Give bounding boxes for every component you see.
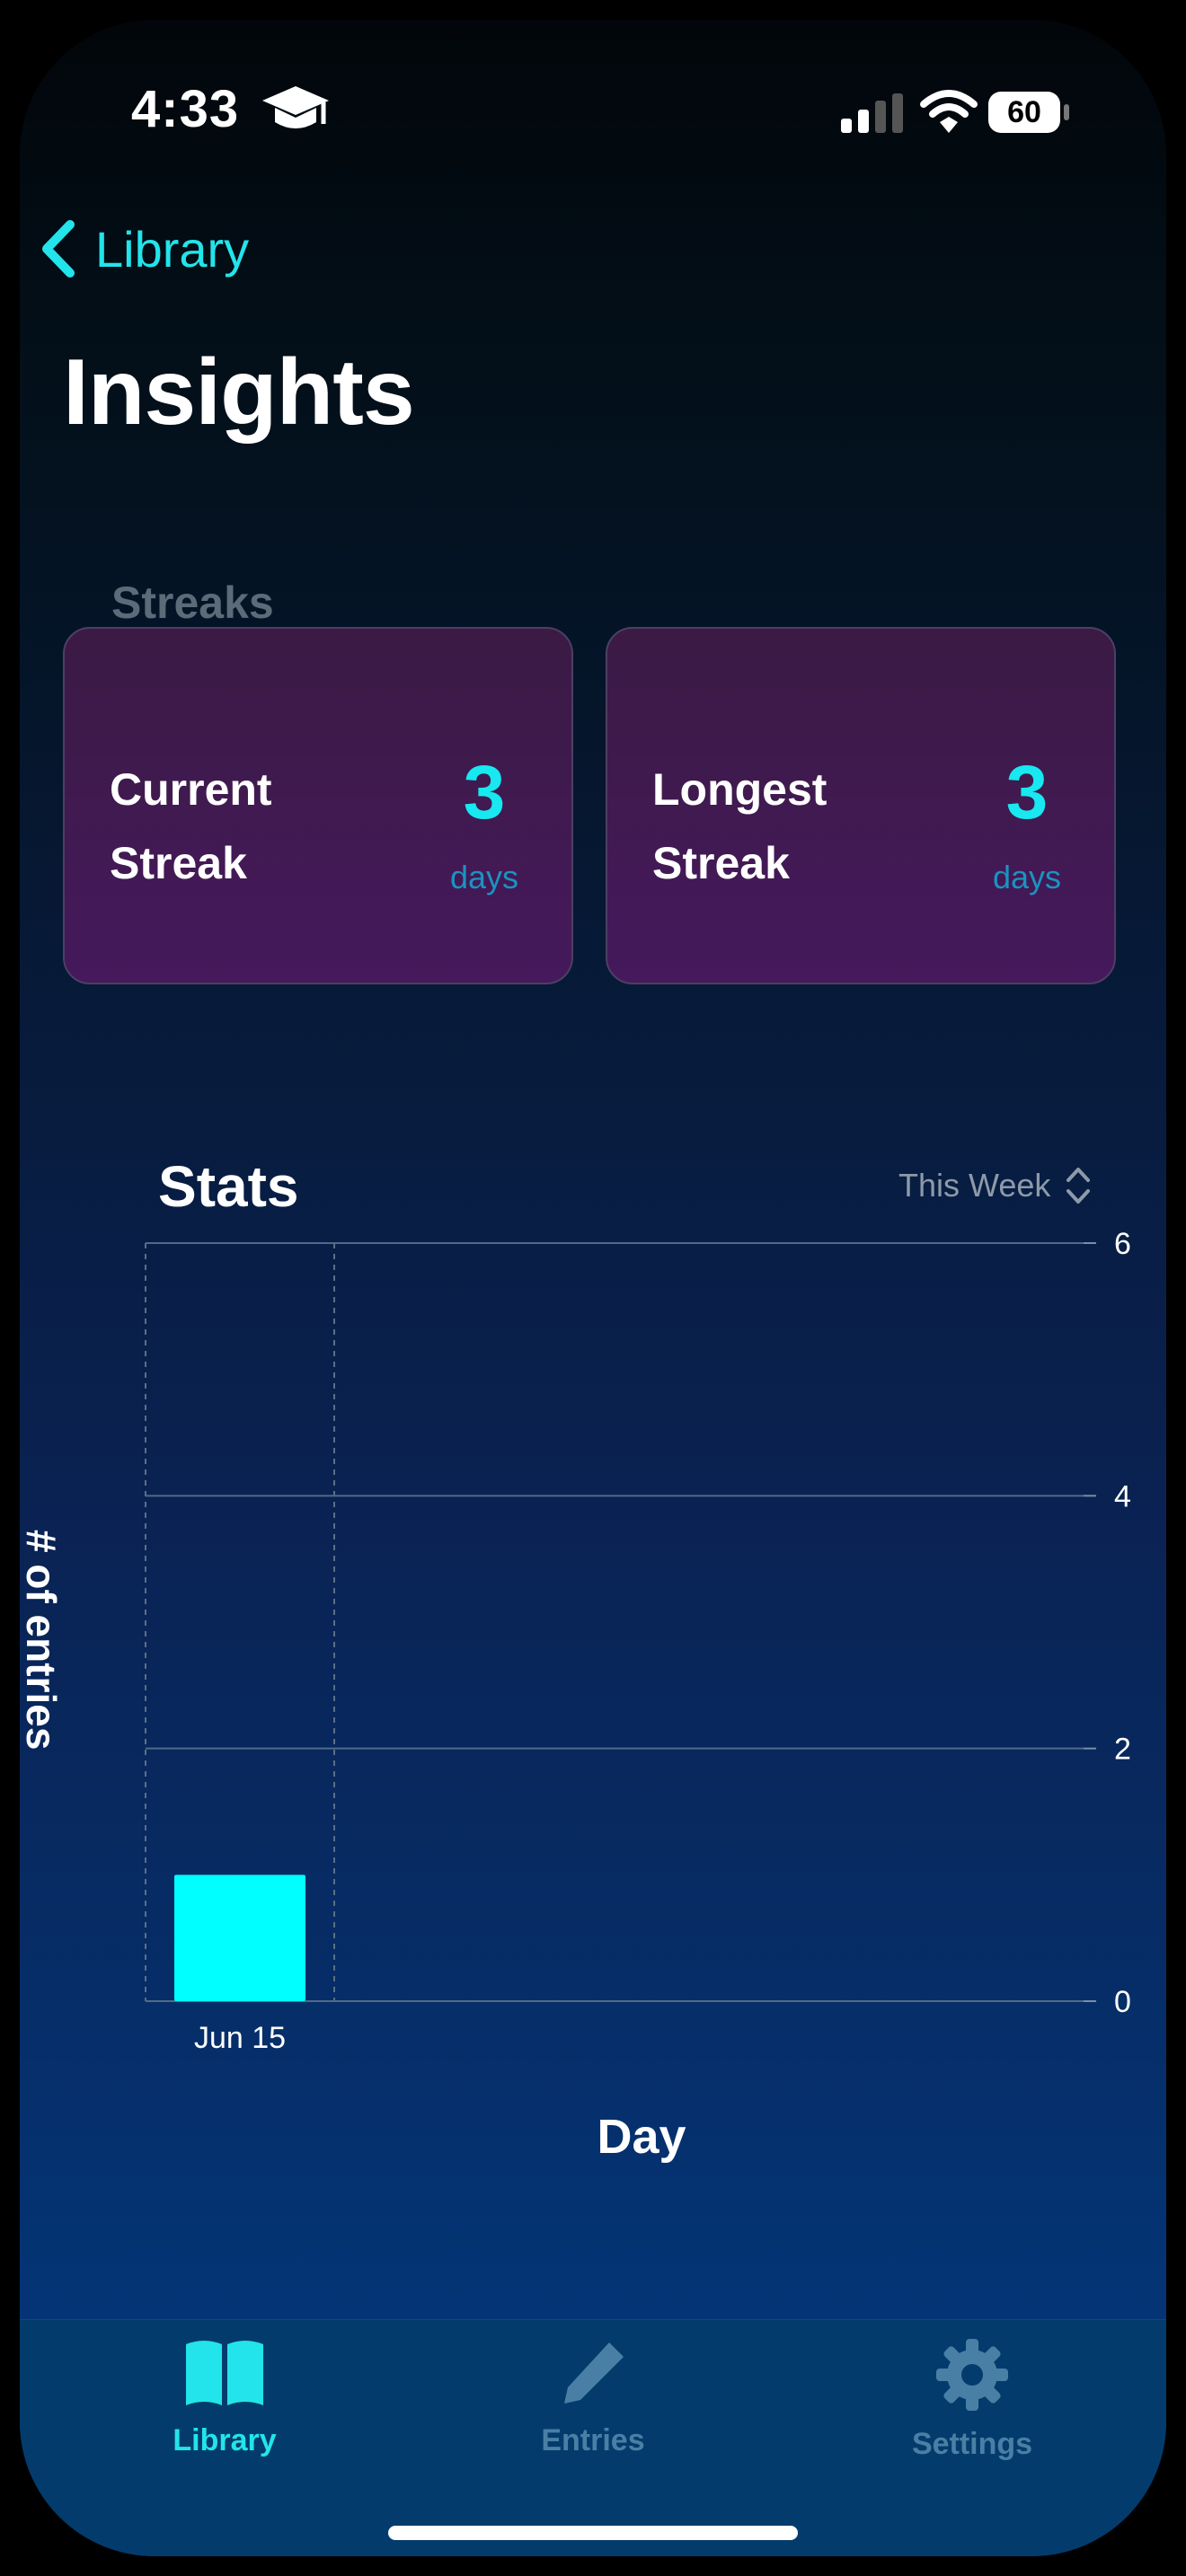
chart-y-axis-label: # of entries — [20, 1530, 65, 1751]
phone-screen: 4:33 60 Library Insights Streaks Current… — [20, 20, 1166, 2556]
tab-library[interactable]: Library — [90, 2337, 359, 2458]
tab-settings-label: Settings — [911, 2427, 1033, 2461]
chart-y-tick-label: 6 — [1114, 1227, 1131, 1261]
book-icon — [186, 2341, 263, 2405]
tab-settings[interactable]: Settings — [837, 2337, 1107, 2462]
chart-y-tick-label: 4 — [1114, 1479, 1131, 1513]
chart-bar — [174, 1875, 305, 2001]
chart-y-tick-label: 0 — [1114, 1985, 1131, 2019]
chart-y-tick-label: 2 — [1114, 1733, 1131, 1767]
pencil-icon — [564, 2342, 624, 2404]
tab-entries-label: Entries — [541, 2423, 645, 2457]
chart-x-tick-label: Jun 15 — [194, 2021, 286, 2055]
tab-entries[interactable]: Entries — [458, 2337, 728, 2458]
chart-x-axis-label: Day — [597, 2110, 686, 2164]
entries-bar-chart: 0 2 4 6 Jun 15 — [145, 1227, 1131, 2055]
tab-library-label: Library — [173, 2423, 277, 2457]
home-indicator — [388, 2526, 798, 2540]
gear-icon — [936, 2339, 1008, 2411]
